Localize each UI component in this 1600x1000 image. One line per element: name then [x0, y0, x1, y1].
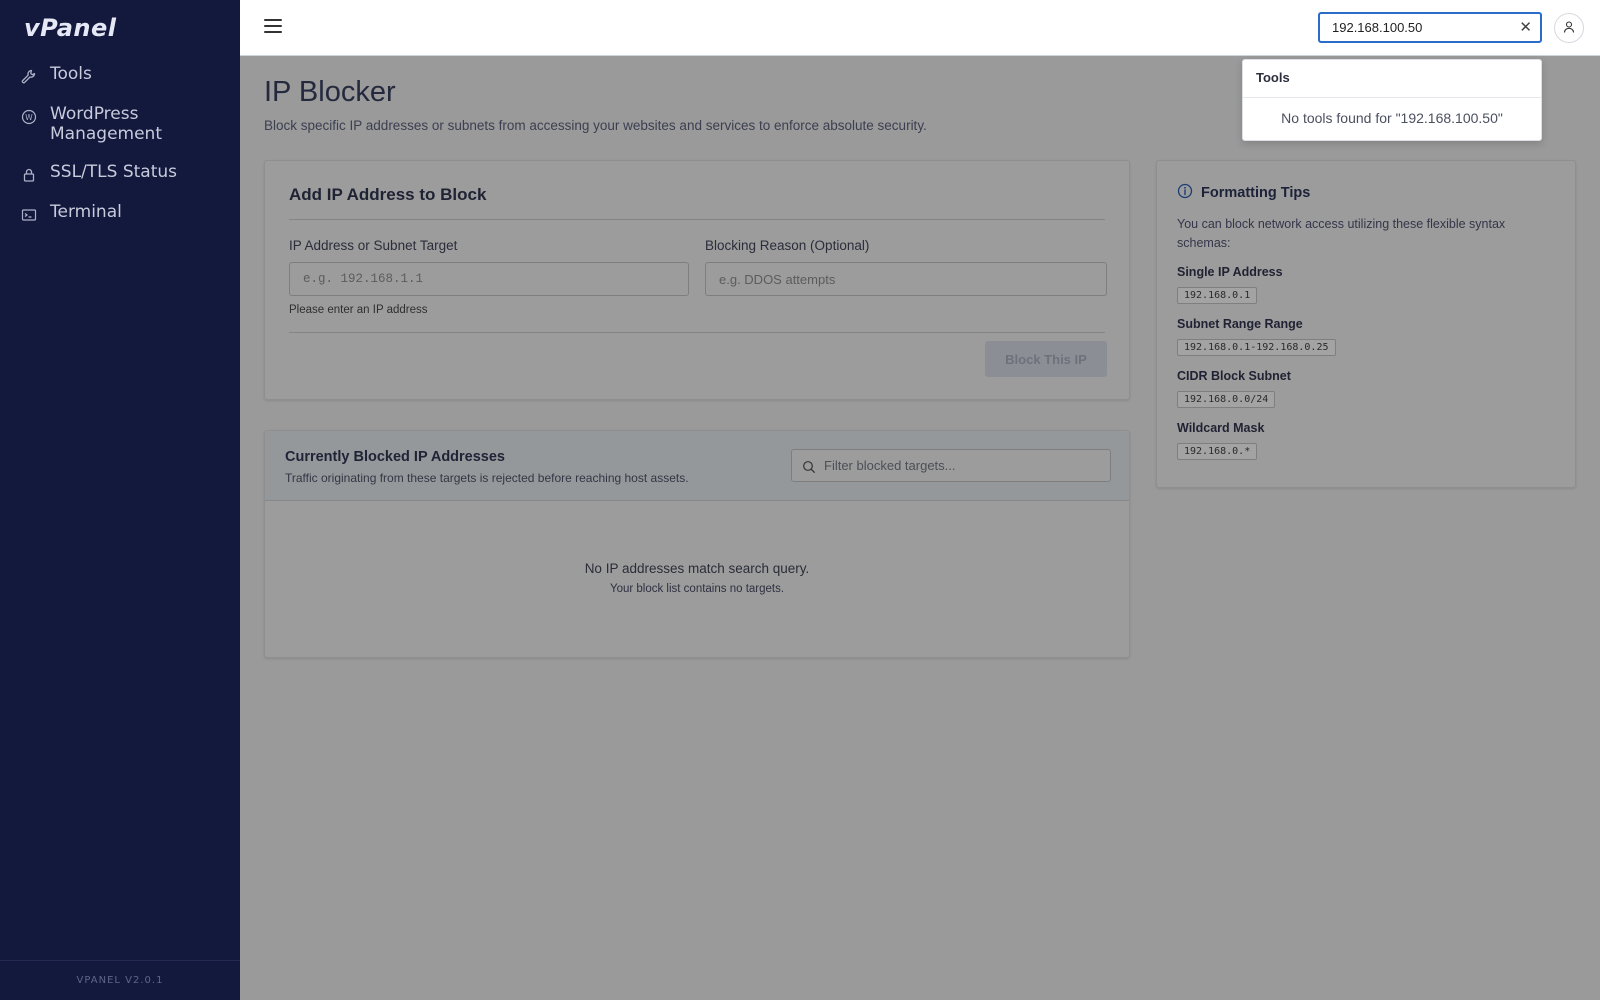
tip-single-ip: Single IP Address 192.168.0.1 — [1177, 265, 1283, 304]
tip-example: 192.168.0.1-192.168.0.25 — [1177, 339, 1336, 356]
global-search: ✕ — [1318, 12, 1542, 43]
wrench-icon — [20, 68, 38, 86]
search-results-empty: No tools found for "192.168.100.50" — [1281, 110, 1503, 126]
filter-blocked-input[interactable] — [824, 450, 1104, 481]
empty-state-subtitle: Your block list contains no targets. — [609, 583, 785, 595]
close-icon[interactable]: ✕ — [1519, 18, 1532, 36]
sidebar-item-label: Terminal — [50, 202, 122, 222]
tip-label: Wildcard Mask — [1177, 421, 1265, 435]
ip-target-hint: Please enter an IP address — [289, 304, 428, 316]
page-title: IP Blocker — [264, 76, 396, 108]
sidebar-item-label: SSL/TLS Status — [50, 162, 178, 182]
page-description: Block specific IP addresses or subnets f… — [264, 118, 927, 133]
divider — [289, 332, 1105, 333]
ip-target-field — [289, 262, 689, 296]
add-ip-card-title: Add IP Address to Block — [289, 185, 487, 204]
search-icon — [802, 459, 816, 478]
block-ip-button[interactable]: Block This IP — [985, 341, 1107, 377]
global-search-input[interactable] — [1320, 14, 1500, 41]
sidebar-nav: Tools W WordPress Management SSL/TLS Sta… — [0, 64, 240, 242]
sidebar: vPanel Tools W WordPress Management SSL/… — [0, 0, 240, 1000]
formatting-tips-card: Formatting Tips You can block network ac… — [1156, 160, 1576, 488]
tips-title: Formatting Tips — [1201, 185, 1311, 201]
app-version: VPANEL V2.0.1 — [0, 960, 240, 1000]
topbar: ✕ — [240, 0, 1600, 56]
user-icon — [1562, 19, 1576, 38]
sidebar-item-ssl[interactable]: SSL/TLS Status — [0, 162, 240, 184]
sidebar-item-label: WordPress Management — [50, 104, 162, 144]
search-results-popup: Tools No tools found for "192.168.100.50… — [1242, 59, 1542, 141]
tip-subnet-range: Subnet Range Range 192.168.0.1-192.168.0… — [1177, 317, 1336, 356]
tip-label: Subnet Range Range — [1177, 317, 1303, 331]
ip-target-input[interactable] — [290, 263, 688, 295]
tip-label: Single IP Address — [1177, 265, 1283, 279]
blocked-list-header: Currently Blocked IP Addresses Traffic o… — [265, 431, 1129, 501]
tip-example: 192.168.0.* — [1177, 443, 1258, 460]
sidebar-item-tools[interactable]: Tools — [0, 64, 240, 86]
tip-example: 192.168.0.1 — [1177, 287, 1258, 304]
tips-header: Formatting Tips — [1177, 183, 1310, 203]
tip-label: CIDR Block Subnet — [1177, 369, 1291, 383]
tips-description: You can block network access utilizing t… — [1177, 217, 1506, 250]
wordpress-icon: W — [20, 108, 38, 126]
terminal-icon — [20, 206, 38, 224]
empty-state-title: No IP addresses match search query. — [584, 561, 810, 576]
blocked-list-title: Currently Blocked IP Addresses — [285, 449, 505, 465]
lock-icon — [20, 166, 38, 184]
tip-wildcard: Wildcard Mask 192.168.0.* — [1177, 421, 1264, 460]
info-icon — [1177, 183, 1193, 203]
ip-target-label: IP Address or Subnet Target — [289, 238, 458, 253]
svg-text:W: W — [25, 113, 33, 122]
blocked-list-card: Currently Blocked IP Addresses Traffic o… — [264, 430, 1130, 658]
search-results-header: Tools — [1243, 60, 1541, 98]
sidebar-item-terminal[interactable]: Terminal — [0, 202, 240, 224]
blocked-list-subtitle: Traffic originating from these targets i… — [285, 471, 689, 485]
app-logo[interactable]: vPanel — [24, 14, 116, 42]
tip-example: 192.168.0.0/24 — [1177, 391, 1276, 408]
block-reason-input[interactable] — [706, 263, 1106, 295]
block-reason-field — [705, 262, 1107, 296]
filter-box — [791, 449, 1111, 482]
user-menu-button[interactable] — [1554, 13, 1584, 43]
block-reason-label: Blocking Reason (Optional) — [705, 238, 870, 253]
add-ip-card: Add IP Address to Block IP Address or Su… — [264, 160, 1130, 400]
menu-toggle-icon[interactable] — [264, 19, 282, 35]
sidebar-item-wordpress[interactable]: W WordPress Management — [0, 104, 240, 144]
sidebar-item-label: Tools — [50, 64, 92, 84]
divider — [289, 219, 1105, 220]
tip-cidr: CIDR Block Subnet 192.168.0.0/24 — [1177, 369, 1291, 408]
